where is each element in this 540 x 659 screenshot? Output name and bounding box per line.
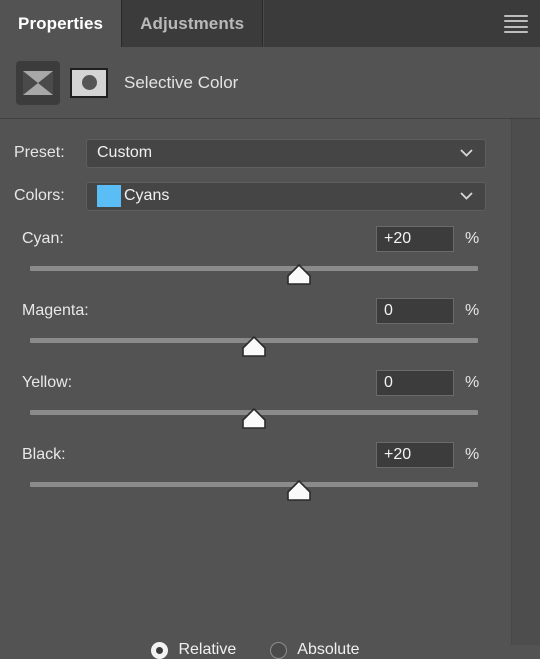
tab-properties[interactable]: Properties [0, 0, 123, 47]
magenta-slider-thumb[interactable] [241, 336, 267, 358]
tab-properties-label: Properties [18, 13, 104, 33]
colors-label: Colors: [14, 187, 65, 204]
radio-relative-indicator [151, 641, 169, 659]
menu-line [504, 15, 528, 17]
method-radio-group: Relative Absolute [0, 641, 511, 659]
yellow-label: Yellow: [22, 374, 73, 391]
mask-thumbnail-inner [72, 69, 106, 96]
panel-body: Preset: Custom Colors: Cyans Cyan: +20 %… [0, 119, 511, 659]
black-slider-track[interactable] [30, 482, 478, 487]
mask-circle-icon [81, 75, 97, 90]
magenta-label: Magenta: [22, 302, 89, 319]
colors-value: Cyans [124, 187, 170, 204]
colors-row: Colors: Cyans [14, 181, 486, 211]
chevron-down-icon [460, 149, 473, 157]
cyan-unit: % [465, 230, 480, 247]
black-label: Black: [22, 446, 66, 463]
properties-panel: Properties Adjustments Selective Color P… [0, 0, 540, 659]
radio-absolute-label: Absolute [297, 641, 360, 658]
colors-value-group: Cyans [97, 185, 169, 207]
cyan-value-input[interactable]: +20 [376, 226, 454, 252]
magenta-unit: % [465, 302, 480, 319]
yellow-unit: % [465, 374, 480, 391]
cyan-slider-track[interactable] [30, 266, 478, 271]
color-swatch [97, 185, 121, 207]
panel-tab-bar: Properties Adjustments [0, 0, 540, 47]
preset-dropdown[interactable]: Custom [86, 138, 486, 168]
adjustment-title: Selective Color [124, 72, 239, 92]
black-slider-thumb[interactable] [286, 480, 312, 502]
radio-relative[interactable]: Relative [151, 641, 236, 659]
radio-absolute[interactable]: Absolute [270, 641, 360, 659]
preset-row: Preset: Custom [14, 138, 486, 168]
magenta-value-input[interactable]: 0 [376, 298, 454, 324]
menu-line [504, 25, 528, 28]
slider-row-black: Black: +20 % [0, 442, 511, 506]
menu-line [504, 20, 528, 23]
slider-row-yellow: Yellow: 0 % [0, 370, 511, 434]
preset-label: Preset: [14, 144, 65, 161]
cyan-slider-thumb[interactable] [286, 264, 312, 286]
tab-adjustments[interactable]: Adjustments [122, 0, 264, 47]
colors-dropdown[interactable]: Cyans [86, 181, 486, 211]
menu-line [504, 30, 528, 33]
chevron-down-icon [460, 192, 473, 200]
tab-bar-filler [263, 0, 540, 47]
layer-mask-thumbnail[interactable] [70, 67, 108, 98]
preset-value: Custom [97, 144, 153, 161]
tab-adjustments-label: Adjustments [140, 13, 245, 33]
yellow-slider-thumb[interactable] [241, 408, 267, 430]
yellow-value-input[interactable]: 0 [376, 370, 454, 396]
adjustment-header: Selective Color [0, 47, 540, 119]
black-value-input[interactable]: +20 [376, 442, 454, 468]
radio-relative-label: Relative [178, 641, 237, 658]
slider-row-magenta: Magenta: 0 % [0, 298, 511, 362]
panel-scroll-gutter[interactable] [511, 119, 540, 645]
selective-color-icon[interactable] [16, 60, 60, 105]
selective-color-glyph [23, 70, 53, 95]
hamburger-menu-icon[interactable] [502, 14, 530, 34]
black-unit: % [465, 446, 480, 463]
slider-row-cyan: Cyan: +20 % [0, 226, 511, 290]
radio-absolute-indicator [270, 641, 288, 659]
cyan-label: Cyan: [22, 230, 64, 247]
